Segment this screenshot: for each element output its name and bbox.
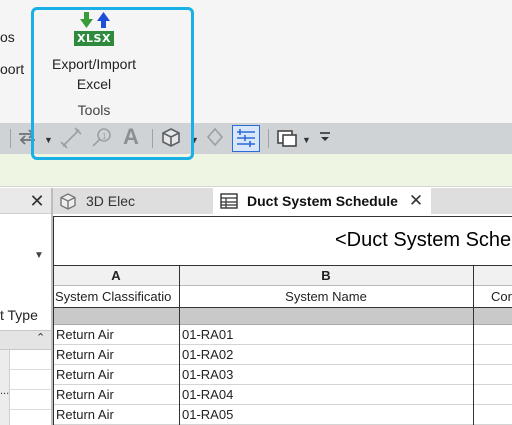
property-row[interactable] (0, 350, 51, 370)
cell-system-name[interactable]: 01-RA04 (179, 385, 473, 405)
schedule-group-band (53, 308, 512, 325)
xlsx-icon: XLSX (74, 31, 114, 46)
tab-label: 3D Elec (86, 193, 136, 209)
property-row-header (0, 350, 10, 370)
column-letter-b[interactable]: B (179, 266, 473, 286)
switch-windows-icon[interactable] (274, 126, 300, 151)
tab-duct-system-schedule[interactable]: Duct System Schedule ✕ (213, 188, 431, 214)
schedule-title: <Duct System Sched (335, 229, 512, 251)
export-import-label-line2: Excel (76, 76, 112, 92)
section-icon[interactable] (203, 126, 227, 151)
cell-classification[interactable]: Return Air (53, 405, 179, 425)
tab-3d-elec[interactable]: 3D Elec (53, 188, 211, 214)
dimension-icon[interactable] (58, 126, 84, 151)
column-divider[interactable] (473, 266, 474, 425)
field-system-classification[interactable]: System Classificatio (55, 286, 177, 308)
edit-type-label[interactable]: t Type (0, 307, 51, 323)
tab-label: Duct System Schedule (247, 193, 398, 209)
thin-lines-icon[interactable] (232, 125, 260, 152)
property-row[interactable] (0, 410, 51, 425)
options-bar (0, 154, 512, 187)
export-import-label: Export/Import Excel (40, 54, 148, 94)
toolbar-separator (268, 129, 269, 148)
cell-classification[interactable]: Return Air (53, 385, 179, 405)
3d-view-icon[interactable] (158, 126, 184, 151)
xlsx-arrows-icon (80, 12, 110, 28)
field-cor[interactable]: Cor (474, 286, 512, 308)
svg-text:1: 1 (102, 132, 107, 141)
cell-classification[interactable]: Return Air (53, 365, 179, 385)
column-divider[interactable] (179, 266, 180, 425)
column-letter-a[interactable]: A (53, 266, 179, 286)
tools-panel-label: Tools (77, 102, 111, 118)
cell-system-name[interactable]: 01-RA05 (179, 405, 473, 425)
ellipsis-icon[interactable]: ... (0, 385, 10, 397)
tag-icon[interactable]: 1 (88, 126, 114, 151)
toolbar-separator (10, 129, 11, 148)
text-icon[interactable]: A (118, 124, 144, 149)
align-icon[interactable] (15, 126, 39, 151)
cell-system-name[interactable]: 01-RA02 (179, 345, 473, 365)
chevron-up-icon[interactable]: ⌃ (36, 331, 48, 347)
ribbon-cut-label-1: os (0, 29, 15, 45)
field-system-name[interactable]: System Name (179, 286, 473, 308)
dropdown-arrow-icon[interactable]: ▼ (44, 135, 53, 145)
dropdown-arrow-icon[interactable]: ▼ (190, 135, 199, 145)
toolbar-separator (152, 129, 153, 148)
cell-classification[interactable]: Return Air (53, 325, 179, 345)
ribbon-cut-label-2: oort (0, 61, 25, 77)
property-row-header (0, 410, 10, 425)
cell-system-name[interactable]: 01-RA01 (179, 325, 473, 345)
chevron-down-icon[interactable]: ▼ (34, 250, 46, 262)
cell-system-name[interactable]: 01-RA03 (179, 365, 473, 385)
close-icon[interactable]: ✕ (27, 190, 47, 212)
export-import-label-line1: Export/Import (51, 56, 137, 72)
customize-icon[interactable] (318, 130, 332, 144)
cell-classification[interactable]: Return Air (53, 345, 179, 365)
column-divider (53, 266, 54, 425)
dropdown-arrow-icon[interactable]: ▼ (302, 135, 311, 145)
export-import-excel-button[interactable]: XLSX Export/Import Excel (40, 10, 185, 92)
close-icon[interactable]: ✕ (407, 188, 425, 214)
